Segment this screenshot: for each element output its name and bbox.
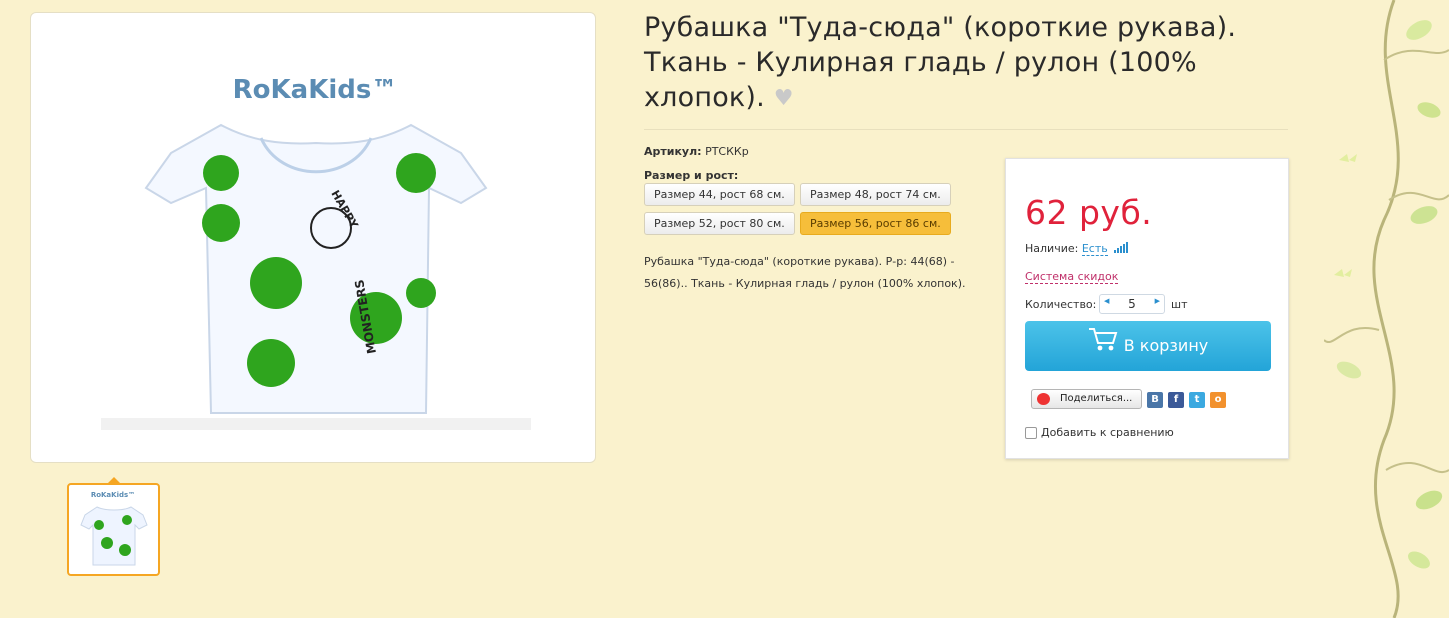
heart-icon[interactable]: ♥ (774, 86, 794, 111)
availability-value[interactable]: Есть (1081, 242, 1108, 256)
twitter-icon[interactable]: t (1189, 392, 1205, 408)
price: 62 руб. (1025, 193, 1153, 232)
quantity-label: Количество: (1025, 298, 1097, 311)
compare-checkbox[interactable]: Добавить к сравнению (1025, 426, 1174, 439)
size-option-48[interactable]: Размер 48, рост 74 см. (800, 183, 951, 206)
discount-system-link[interactable]: Система скидок (1025, 270, 1119, 284)
product-title: Рубашка "Туда-сюда" (короткие рукава). Т… (644, 12, 1237, 113)
brand-logo: RoKaKids™ (233, 75, 398, 105)
cart-icon (1088, 322, 1118, 372)
share-button[interactable]: Поделиться... (1031, 389, 1142, 409)
size-option-56[interactable]: Размер 56, рост 86 см. (800, 212, 951, 235)
quantity-unit: шт (1171, 298, 1188, 311)
vk-icon[interactable]: В (1147, 392, 1163, 408)
floral-decoration (1324, 0, 1449, 618)
svg-text:RoKaKids™: RoKaKids™ (91, 491, 135, 499)
sku: Артикул: РТСККр (644, 145, 749, 158)
size-option-52[interactable]: Размер 52, рост 80 см. (644, 212, 795, 235)
increment-icon[interactable]: ▶ (1155, 297, 1160, 305)
signal-bars-icon (1114, 242, 1129, 256)
main-product-image[interactable]: RoKaKids™ HAPPY MONSTERS (30, 12, 596, 463)
product-description: Рубашка "Туда-сюда" (короткие рукава). Р… (644, 255, 966, 290)
thumbnail-image[interactable]: RoKaKids™ (67, 483, 160, 576)
availability: Наличие: Есть (1025, 242, 1129, 256)
checkbox[interactable] (1025, 427, 1037, 439)
sizes-label: Размер и рост: (644, 169, 739, 182)
buy-panel: 62 руб. Наличие: Есть Система скидок Кол… (1005, 158, 1289, 459)
quantity-stepper[interactable]: ◀ 5 ▶ (1099, 294, 1165, 314)
yandex-share-icon (1037, 393, 1050, 405)
facebook-icon[interactable]: f (1168, 392, 1184, 408)
divider (644, 129, 1288, 130)
odnoklassniki-icon[interactable]: o (1210, 392, 1226, 408)
size-option-44[interactable]: Размер 44, рост 68 см. (644, 183, 795, 206)
add-to-cart-button[interactable]: В корзину (1025, 321, 1271, 371)
